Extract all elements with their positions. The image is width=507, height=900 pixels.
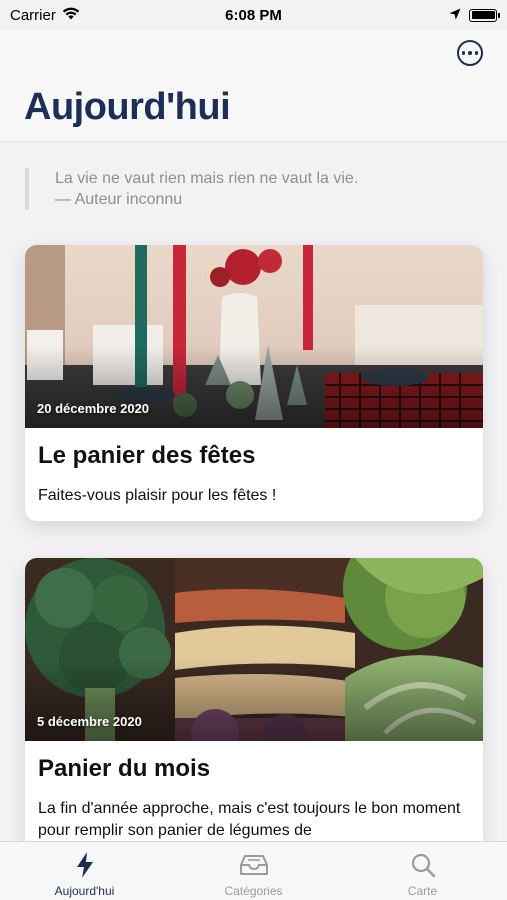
- bolt-icon: [70, 851, 100, 879]
- card-description: La fin d'année approche, mais c'est touj…: [38, 800, 461, 839]
- feed-scroll-view[interactable]: La vie ne vaut rien mais rien ne vaut la…: [0, 143, 507, 841]
- search-icon: [408, 851, 438, 879]
- tab-carte[interactable]: Carte: [338, 842, 507, 900]
- wifi-icon: [62, 7, 80, 24]
- tab-label: Aujourd'hui: [54, 884, 115, 898]
- card-title: Le panier des fêtes: [38, 442, 256, 469]
- card-title: Panier du mois: [38, 755, 211, 782]
- tab-aujourdhui[interactable]: Aujourd'hui: [0, 842, 169, 900]
- tab-categories[interactable]: Catégories: [169, 842, 338, 900]
- holiday-table-image: 20 décembre 2020: [25, 245, 483, 428]
- more-options-button[interactable]: [457, 40, 483, 66]
- tab-bar: Aujourd'hui Catégories Carte: [0, 841, 507, 900]
- card-date: 20 décembre 2020: [37, 401, 150, 416]
- page-title: Aujourd'hui: [24, 86, 231, 128]
- status-right: [449, 7, 500, 24]
- quote-text: La vie ne vaut rien mais rien ne vaut la…: [55, 170, 359, 187]
- quote-block: La vie ne vaut rien mais rien ne vaut la…: [25, 168, 455, 210]
- status-left: Carrier: [10, 7, 80, 24]
- tray-icon: [239, 851, 269, 879]
- tab-label: Catégories: [224, 884, 283, 898]
- article-card[interactable]: 20 décembre 2020 Le panier des fêtes Fai…: [25, 245, 483, 521]
- card-date: 5 décembre 2020: [37, 714, 142, 729]
- carrier-label: Carrier: [10, 6, 56, 24]
- tab-label: Carte: [407, 884, 438, 898]
- quote-author: — Auteur inconnu: [55, 191, 183, 208]
- article-card[interactable]: 5 décembre 2020 Panier du mois La fin d'…: [25, 558, 483, 841]
- nav-header: Aujourd'hui: [0, 30, 507, 142]
- battery-icon: [469, 8, 500, 22]
- vegetables-image: 5 décembre 2020: [25, 558, 483, 741]
- ellipsis-circle-icon: [461, 51, 466, 55]
- card-description: Faites-vous plaisir pour les fêtes !: [38, 487, 277, 504]
- status-bar: Carrier 6:08 PM: [0, 0, 507, 30]
- ellipsis-dot: [468, 51, 472, 55]
- ellipsis-dot: [474, 51, 479, 55]
- location-arrow-icon: [449, 7, 461, 24]
